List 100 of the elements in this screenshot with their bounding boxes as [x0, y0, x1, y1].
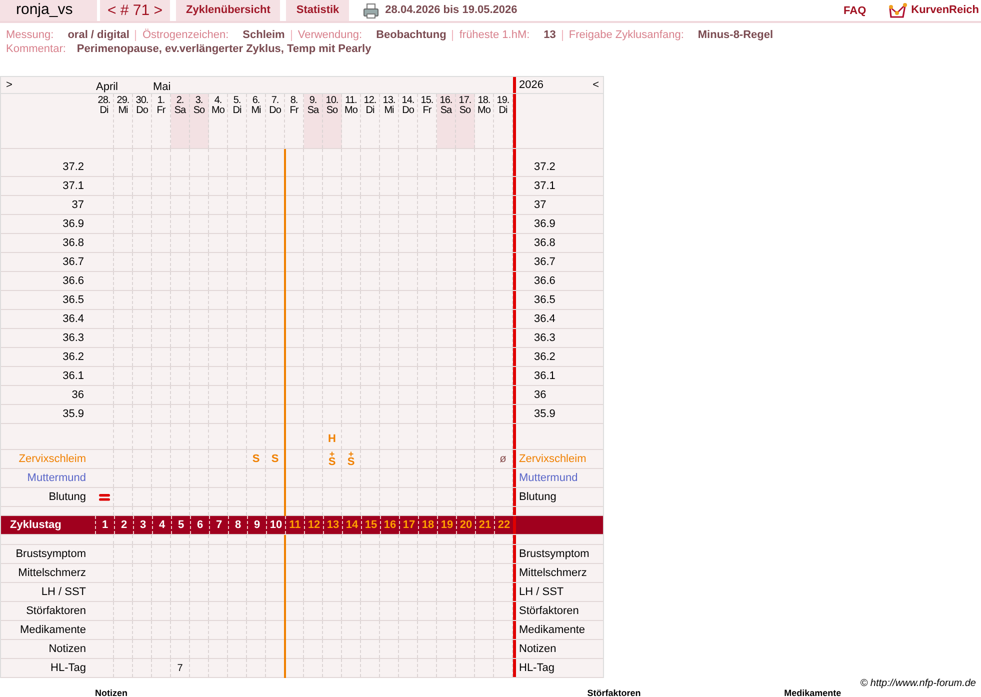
row-label: LH / SST [41, 584, 86, 600]
temperature-label: 37 [72, 198, 85, 213]
faq-link[interactable]: FAQ [844, 2, 866, 19]
info-value: Schleim [242, 28, 285, 43]
temperature-label: 35.9 [533, 406, 556, 422]
cycle-day-number: 1 [102, 518, 108, 533]
date-label: 11. Mo [344, 96, 358, 116]
date-label: 9. Sa [307, 96, 319, 116]
temperature-label: 36.3 [62, 330, 85, 346]
temperature-label: 37.2 [533, 160, 556, 175]
cycle-day-number: 7 [216, 518, 222, 533]
cycle-navigation[interactable]: < # 71 > [100, 0, 170, 21]
cycle-day-number: 20 [460, 518, 472, 533]
temperature-label: 36.4 [62, 312, 85, 327]
section-heading: Störfaktoren [587, 689, 642, 697]
date-label: 1. Fr [156, 96, 166, 116]
logo-text: KurvenReich [911, 3, 979, 18]
temperature-label: 36.8 [62, 236, 85, 251]
nav-tab[interactable]: Zyklenübersicht [176, 0, 280, 21]
cycle-day-number: 19 [440, 518, 454, 533]
info-value: Beobachtung [376, 28, 446, 43]
date-label: 6. Mi [251, 96, 261, 116]
row-label: Zervixschleim [519, 452, 586, 467]
date-label: 18. Mo [478, 96, 490, 116]
temperature-label: 36 [72, 388, 85, 403]
temperature-label: 37.2 [62, 160, 85, 175]
cycle-day-number: 5 [178, 518, 184, 533]
date-label: 28. Di [98, 96, 110, 116]
logo-icon [888, 2, 908, 19]
date-label: 12. Di [364, 96, 376, 116]
cycle-day-number: 17 [402, 518, 416, 533]
row-label: Zervixschleim [18, 452, 86, 467]
temperature-label: 35.9 [62, 406, 85, 422]
temperature-label: 37.1 [533, 178, 556, 194]
section-heading: Notizen [95, 689, 128, 697]
cycle-day-number: 18 [422, 518, 434, 533]
temperature-label: 37.1 [62, 178, 85, 194]
row-label: Blutung [48, 490, 86, 505]
cycle-day-label: Zyklustag [10, 518, 62, 533]
temperature-label: 36.5 [62, 292, 85, 308]
date-label: 2. Sa [174, 96, 186, 116]
mucus-mark: + S [328, 450, 336, 468]
row-label: Brustsymptom [16, 546, 86, 562]
date-label: 14. Do [402, 96, 414, 116]
row-label: Brustsymptom [519, 546, 590, 562]
temperature-label: 36.9 [62, 216, 85, 232]
date-label: 13. Mi [382, 96, 396, 116]
cycle-day-number: 12 [308, 518, 320, 533]
row-label: LH / SST [519, 584, 564, 600]
cycle-day-number: 21 [478, 518, 492, 533]
date-label: 17. So [458, 96, 472, 116]
row-label: Mittelschmerz [519, 566, 587, 581]
date-label: 30. Do [136, 96, 148, 116]
date-label: 29. Mi [116, 96, 130, 116]
temperature-label: 36.3 [533, 330, 556, 346]
temperature-label: 36.9 [533, 216, 556, 232]
row-label: Notizen [519, 642, 556, 657]
temperature-label: 36.5 [533, 292, 556, 308]
cycle-day-number: 10 [270, 518, 282, 533]
date-label: 19. Di [496, 96, 510, 116]
cycle-day-number: 3 [140, 518, 146, 533]
temperature-label: 37 [533, 198, 546, 213]
temperature-label: 36.4 [533, 312, 556, 327]
date-label: 10. So [326, 96, 338, 116]
cycle-day-number: 9 [254, 518, 260, 533]
row-label: Blutung [519, 490, 556, 505]
info-label: Verwendung: [298, 28, 362, 43]
mucus-mark: + S [347, 450, 355, 468]
temperature-label: 36 [533, 388, 546, 403]
month-label: Mai [153, 80, 171, 95]
row-label: Störfaktoren [26, 604, 86, 619]
temperature-label: 36.1 [62, 368, 85, 384]
entry-value: 7 [177, 662, 183, 676]
month-label: April [96, 80, 118, 95]
nav-tab[interactable]: Statistik [286, 0, 350, 21]
date-range: 28.04.2026 bis 19.05.2026 [385, 3, 518, 18]
temperature-label: 36.7 [533, 254, 556, 270]
user-name: ronja_vs [0, 0, 97, 21]
info-label: Östrogenzeichen: [142, 28, 229, 43]
cycle-day-number: 22 [498, 518, 510, 533]
temperature-label: 36.6 [533, 274, 556, 289]
printer-icon[interactable] [363, 2, 380, 18]
none-mark: ø [500, 452, 506, 467]
date-label: 5. Di [232, 96, 242, 116]
temperature-label: 36.7 [62, 254, 85, 270]
copyright-text: © http://www.nfp-forum.de [860, 679, 976, 689]
date-label: 15. Fr [420, 96, 434, 116]
info-label: Kommentar: [6, 42, 66, 57]
row-label: Medikamente [20, 622, 86, 638]
mucus-mark: S [252, 454, 260, 464]
info-label: früheste 1.hM: [459, 28, 530, 43]
year-label: 2026 [519, 78, 544, 93]
cycle-day-number: 2 [120, 518, 128, 533]
info-label: Messung: [6, 28, 54, 43]
section-heading: Medikamente [784, 689, 842, 697]
row-label: Muttermund [27, 470, 86, 486]
row-label: Medikamente [519, 622, 586, 638]
row-label: HL-Tag [519, 660, 554, 676]
info-value: Perimenopause, ev.verlängerter Zyklus, Temp mit Pearly [76, 42, 372, 57]
temperature-label: 36.1 [533, 368, 556, 384]
